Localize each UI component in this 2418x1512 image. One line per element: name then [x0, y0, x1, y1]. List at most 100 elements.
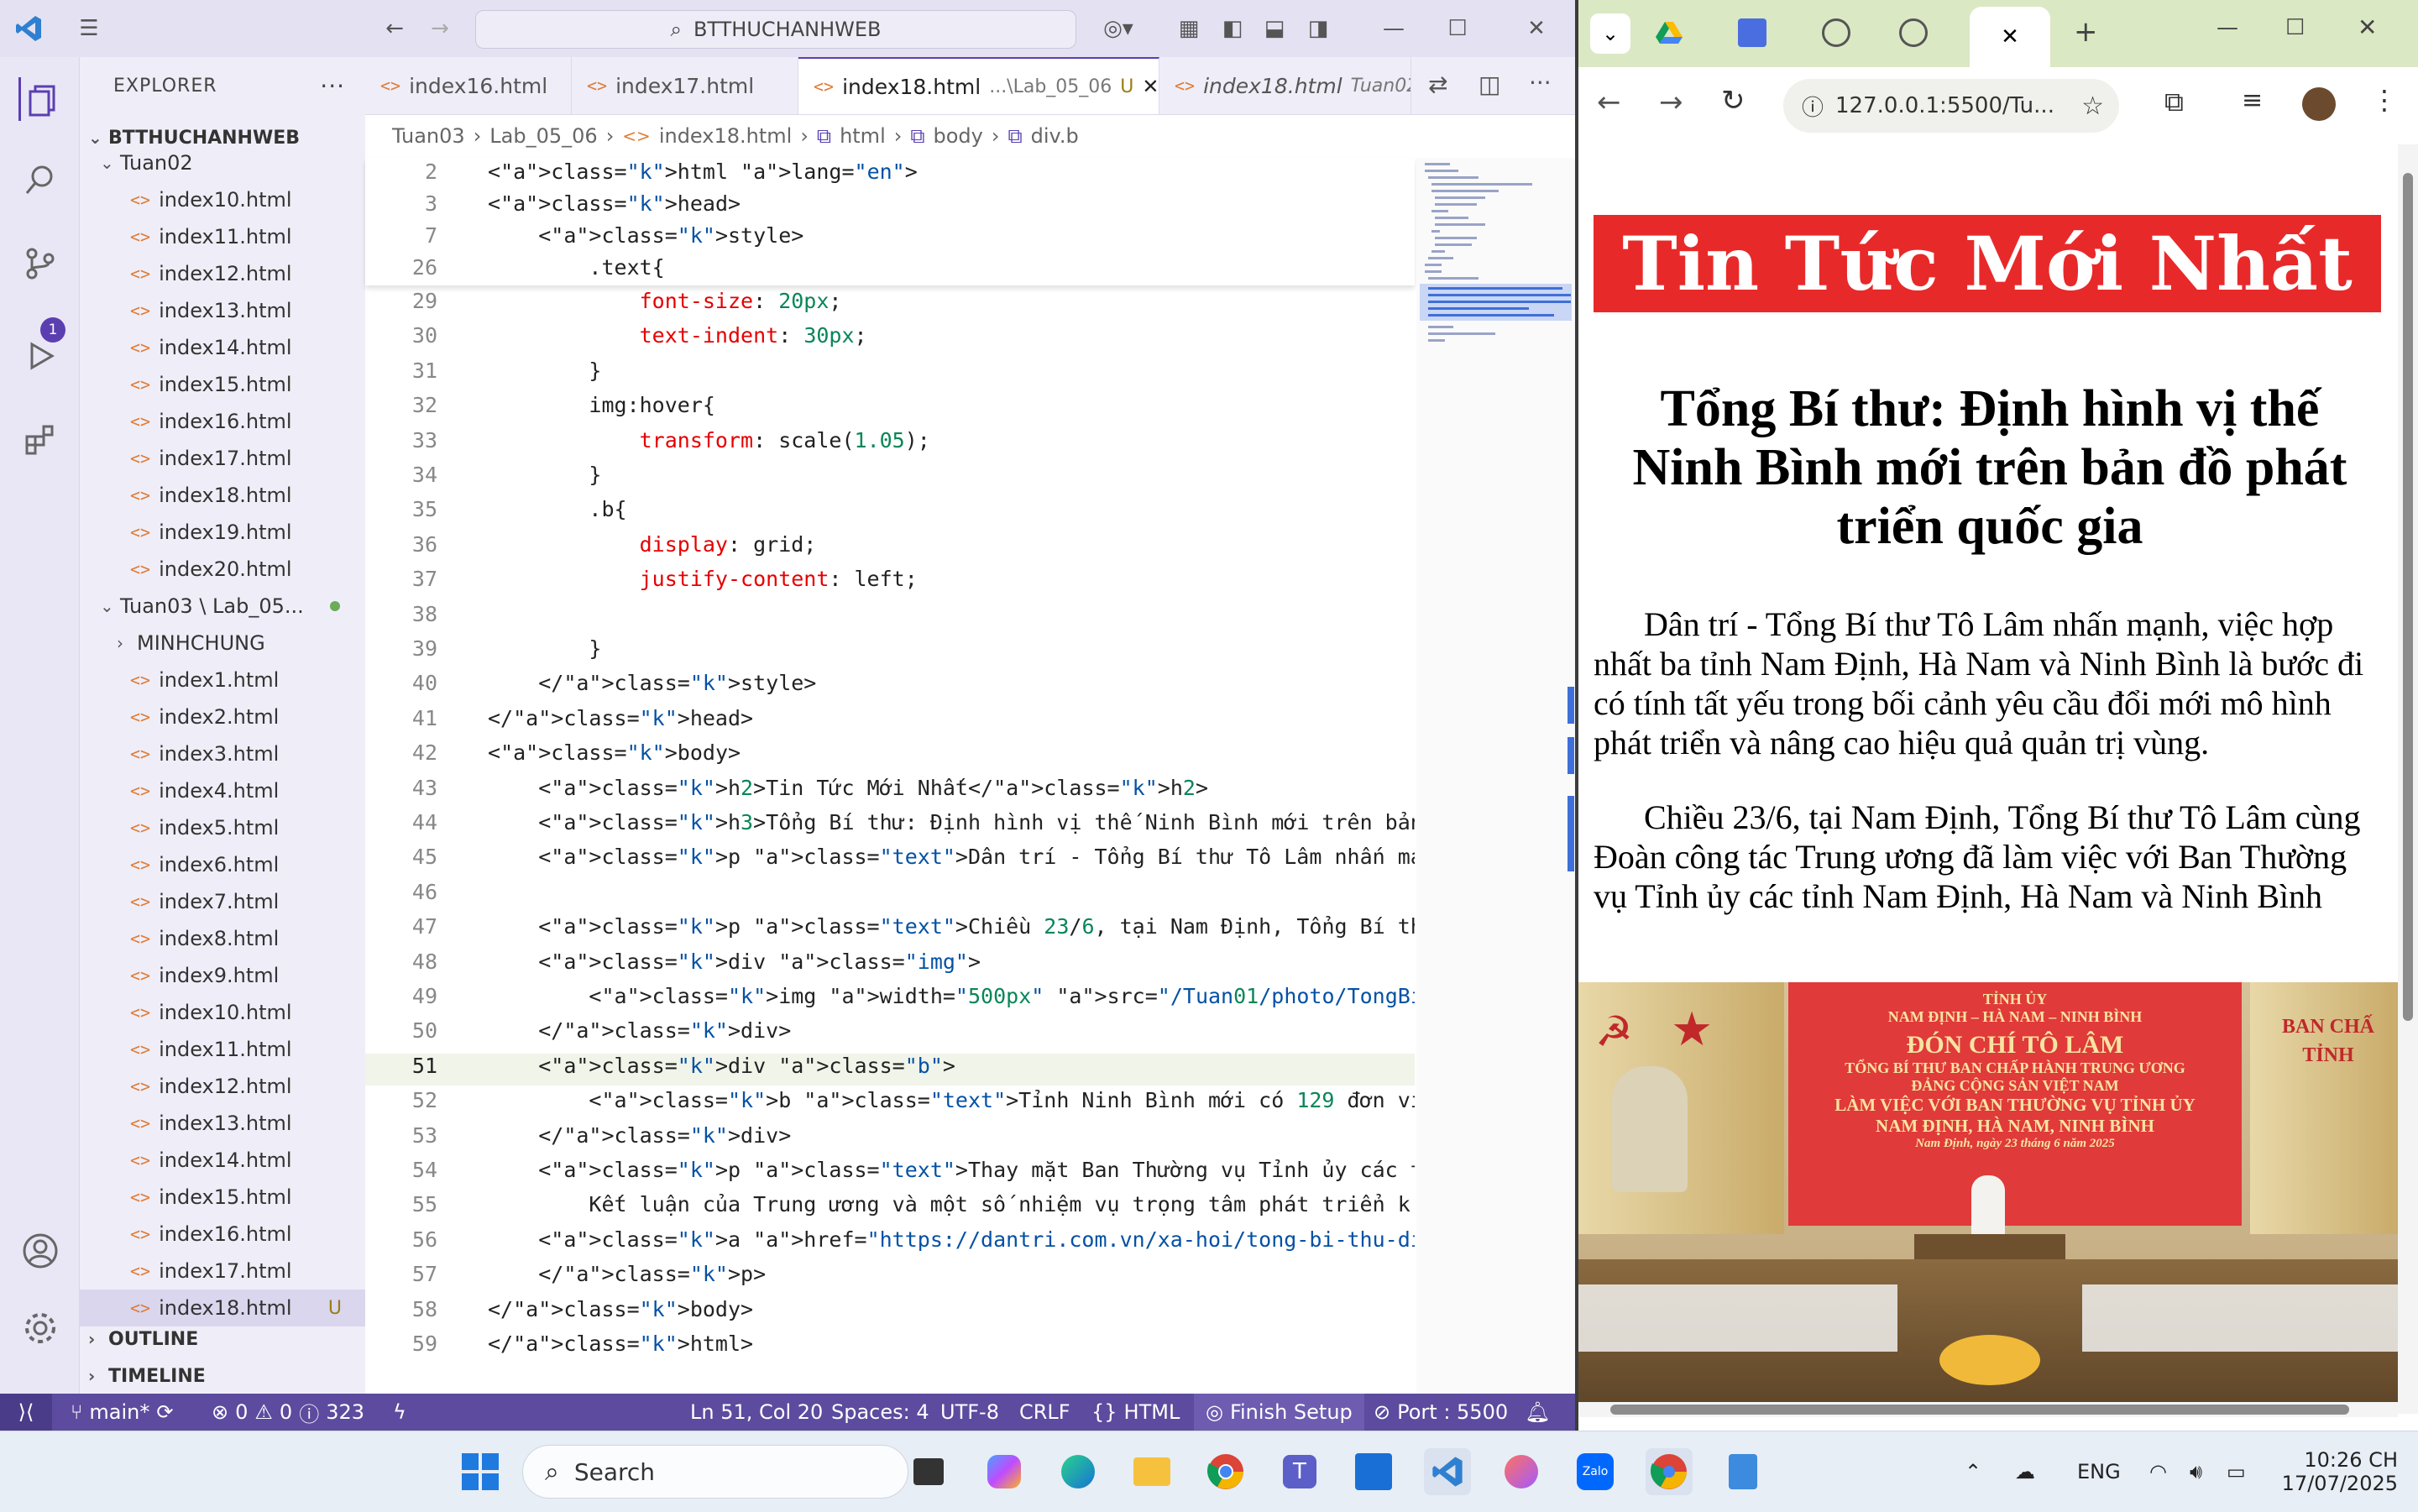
horizontal-scrollbar[interactable]: [1578, 1402, 2398, 1417]
address-bar[interactable]: ⓘ 127.0.0.1:5500/Tu... ☆: [1783, 79, 2119, 133]
lightning-icon[interactable]: ϟ: [393, 1394, 406, 1431]
file-item[interactable]: <> index20.html: [80, 551, 365, 588]
extensions-icon[interactable]: [18, 418, 62, 462]
wifi-icon[interactable]: ◠: [2149, 1431, 2167, 1512]
remote-icon[interactable]: ⟩⟨: [0, 1394, 52, 1431]
reload-icon[interactable]: ↻: [1721, 84, 1745, 118]
language-mode[interactable]: {} HTML: [1091, 1394, 1180, 1431]
close-tab-icon[interactable]: ✕: [1142, 75, 1159, 98]
extensions-icon[interactable]: ⧉: [2164, 86, 2184, 118]
file-item[interactable]: <> index11.html: [80, 218, 365, 255]
file-item[interactable]: <> index2.html: [80, 698, 365, 735]
close-tab-icon[interactable]: ✕: [2001, 24, 2019, 50]
file-item[interactable]: <> index4.html: [80, 772, 365, 809]
notifications-bell-icon[interactable]: 🔔︎: [1525, 1394, 1550, 1431]
file-item[interactable]: <> index6.html: [80, 846, 365, 883]
zalo-icon[interactable]: Zalo: [1572, 1448, 1619, 1495]
file-item[interactable]: <> index13.html: [80, 1105, 365, 1142]
breadcrumb-item[interactable]: Lab_05_06: [489, 124, 597, 148]
compare-changes-icon[interactable]: ⇄: [1428, 71, 1447, 98]
volume-icon[interactable]: 🔊︎: [2190, 1431, 2202, 1512]
live-server-port[interactable]: ⊘ Port : 5500: [1374, 1394, 1508, 1431]
tab-index18-tuan02[interactable]: <> index18.html Tuan02: [1159, 57, 1411, 114]
file-item[interactable]: <> index15.html: [80, 1179, 365, 1216]
settings-gear-icon[interactable]: [18, 1306, 62, 1350]
file-item[interactable]: <> index10.html: [80, 181, 365, 218]
chrome-profile-icon[interactable]: [1646, 1448, 1693, 1495]
file-item[interactable]: <> index11.html: [80, 1031, 365, 1068]
maximize-icon[interactable]: ☐: [2285, 15, 2305, 40]
notepad-icon[interactable]: [1719, 1448, 1766, 1495]
forward-arrow-icon[interactable]: →: [423, 12, 457, 45]
file-item[interactable]: <> index19.html: [80, 514, 365, 551]
windows-start-icon[interactable]: [457, 1448, 504, 1495]
tab-search-icon[interactable]: ⌄: [1590, 13, 1630, 54]
copilot-app-icon[interactable]: [981, 1448, 1028, 1495]
explorer-icon[interactable]: [18, 77, 65, 121]
breadcrumb-item[interactable]: html: [840, 124, 886, 148]
onedrive-cloud-icon[interactable]: ☁: [2015, 1431, 2035, 1512]
back-arrow-icon[interactable]: ←: [1597, 86, 1621, 119]
vscode-taskbar-icon[interactable]: [1424, 1448, 1471, 1495]
file-item[interactable]: <> index12.html: [80, 1068, 365, 1105]
show-hidden-icons[interactable]: ⌃: [1965, 1431, 1981, 1512]
toggle-secondary-sidebar-icon[interactable]: ◨: [1301, 12, 1335, 45]
copilot-icon[interactable]: ◎▾: [1095, 12, 1142, 45]
maximize-icon[interactable]: ☐: [1432, 12, 1483, 45]
minimize-icon[interactable]: —: [1369, 12, 1419, 45]
tab-index18-active[interactable]: <> index18.html ...\Lab_05_06 U ✕: [798, 57, 1159, 114]
minimize-icon[interactable]: —: [2216, 15, 2238, 40]
toggle-sidebar-icon[interactable]: ◧: [1216, 12, 1249, 45]
folder-item[interactable]: ⌄ Tuan02: [80, 144, 365, 181]
search-icon[interactable]: [18, 158, 62, 201]
end-of-line[interactable]: CRLF: [1019, 1394, 1070, 1431]
file-item[interactable]: <> index8.html: [80, 920, 365, 957]
file-item[interactable]: <> index16.html: [80, 403, 365, 440]
split-editor-icon[interactable]: ◫: [1479, 71, 1500, 98]
more-menu-icon[interactable]: ⋮: [2371, 84, 2398, 116]
close-icon[interactable]: ✕: [2358, 13, 2377, 41]
layout-icon[interactable]: ▦: [1172, 12, 1206, 45]
command-center-search[interactable]: ⌕ BTTHUCHANHWEB: [475, 10, 1076, 49]
menu-icon[interactable]: ☰: [72, 12, 106, 45]
tab-index17[interactable]: <> index17.html: [572, 57, 798, 114]
file-item[interactable]: <> index9.html: [80, 957, 365, 994]
file-item[interactable]: <> index14.html: [80, 329, 365, 366]
code-editor[interactable]: 29 font-size: 20px; 30 text-indent: 30px;…: [365, 158, 1575, 1394]
battery-icon[interactable]: ▭: [2227, 1431, 2246, 1512]
scroll-thumb[interactable]: [2403, 173, 2413, 1021]
taskbar-search[interactable]: ⌕ Search: [522, 1445, 908, 1499]
source-control-icon[interactable]: [18, 242, 62, 285]
file-explorer-icon[interactable]: [1128, 1448, 1175, 1495]
outline-section[interactable]: › OUTLINE: [80, 1321, 365, 1358]
teams-icon[interactable]: T: [1276, 1448, 1323, 1495]
back-arrow-icon[interactable]: ←: [378, 12, 411, 45]
file-item[interactable]: <> index17.html: [80, 440, 365, 477]
globe-tab-icon[interactable]: [1899, 18, 1928, 47]
breadcrumb-item[interactable]: Tuan03: [392, 124, 465, 148]
cursor-position[interactable]: Ln 51, Col 20: [690, 1394, 823, 1431]
active-browser-tab[interactable]: ✕: [1970, 7, 2050, 67]
clock[interactable]: 10:26 CH 17/07/2025: [2282, 1431, 2398, 1512]
file-item[interactable]: <> index16.html: [80, 1216, 365, 1253]
profile-avatar[interactable]: [2302, 87, 2336, 121]
file-item[interactable]: <> index5.html: [80, 809, 365, 846]
azure-studio-icon[interactable]: [1350, 1448, 1397, 1495]
forward-arrow-icon[interactable]: →: [1659, 86, 1683, 119]
more-actions-icon[interactable]: ···: [1529, 69, 1552, 97]
file-item[interactable]: <> index14.html: [80, 1142, 365, 1179]
indentation[interactable]: Spaces: 4: [831, 1394, 929, 1431]
vertical-scrollbar[interactable]: [2398, 144, 2418, 1414]
bookmark-star-icon[interactable]: ☆: [2081, 92, 2104, 121]
more-actions-icon[interactable]: ···: [320, 72, 345, 100]
finish-setup-button[interactable]: ◎ Finish Setup: [1194, 1394, 1364, 1431]
folder-item[interactable]: ⌄ Tuan03 \ Lab_05...: [80, 588, 365, 625]
timeline-section[interactable]: › TIMELINE: [80, 1358, 365, 1394]
file-item[interactable]: <> index12.html: [80, 255, 365, 292]
run-debug-icon[interactable]: [18, 334, 62, 378]
task-view-icon[interactable]: [905, 1448, 952, 1495]
scroll-thumb[interactable]: [1610, 1405, 2349, 1415]
media-control-icon[interactable]: ≡: [2242, 86, 2263, 115]
breadcrumb-item[interactable]: index18.html: [659, 124, 793, 148]
google-docs-tab[interactable]: [1738, 18, 1766, 47]
